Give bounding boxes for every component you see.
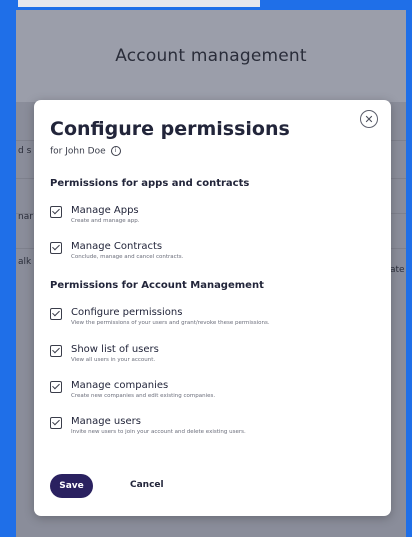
permission-description: View the permissions of your users and g…: [71, 320, 270, 326]
permission-label: Manage users: [71, 416, 141, 427]
checkbox-checked[interactable]: [50, 242, 62, 254]
table-cell-fragment: alk: [18, 257, 32, 267]
permission-description: Create and manage app.: [71, 218, 140, 224]
section-heading-account: Permissions for Account Management: [50, 280, 264, 291]
permissions-dialog: ✕ Configure permissions for John Doe i P…: [34, 100, 391, 516]
table-cell-fragment: ate: [390, 265, 405, 275]
table-cell-fragment: nar: [18, 212, 33, 222]
checkbox-checked[interactable]: [50, 206, 62, 218]
app-header: Account management: [16, 10, 406, 103]
close-icon[interactable]: ✕: [360, 110, 378, 128]
info-icon[interactable]: i: [110, 146, 121, 156]
permission-label: Manage companies: [71, 380, 169, 391]
checkbox-checked[interactable]: [50, 381, 62, 393]
permission-label: Manage Contracts: [71, 241, 163, 252]
permission-description: Invite new users to join your account an…: [71, 429, 246, 435]
section-heading-apps: Permissions for apps and contracts: [50, 178, 250, 189]
checkbox-checked[interactable]: [50, 417, 62, 429]
permission-description: Conclude, manage and cancel contracts.: [71, 254, 184, 260]
permission-description: Create new companies and edit existing c…: [71, 393, 216, 399]
dialog-subtitle-text: for John Doe: [50, 146, 106, 157]
permission-label: Show list of users: [71, 344, 159, 355]
dialog-subtitle: for John Doe i: [50, 146, 121, 157]
table-header-fragment: d s: [18, 146, 32, 156]
save-button[interactable]: Save: [50, 474, 93, 498]
page-title: Account management: [115, 46, 307, 66]
checkbox-checked[interactable]: [50, 345, 62, 357]
permission-label: Manage Apps: [71, 205, 139, 216]
dialog-title: Configure permissions: [50, 118, 290, 140]
permission-label: Configure permissions: [71, 307, 183, 318]
checkbox-checked[interactable]: [50, 308, 62, 320]
browser-tab[interactable]: [18, 0, 262, 7]
permission-description: View all users in your account.: [71, 357, 156, 363]
cancel-button[interactable]: Cancel: [130, 480, 164, 490]
